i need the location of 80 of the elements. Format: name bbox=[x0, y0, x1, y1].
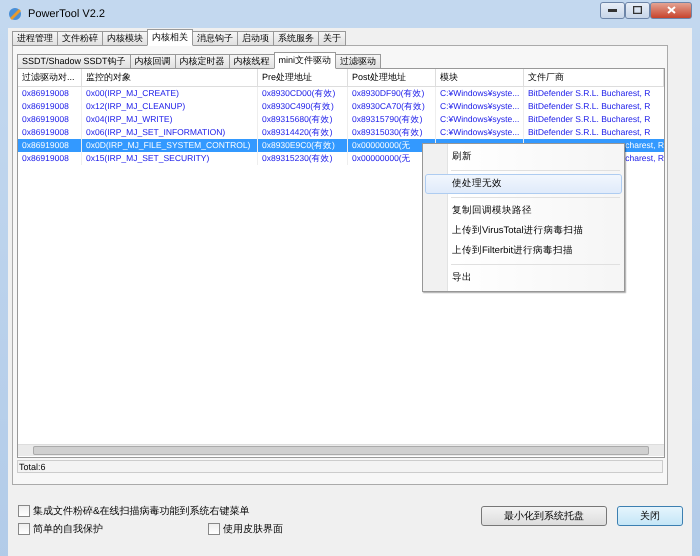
window-title: PowerTool V2.2 bbox=[28, 8, 106, 20]
checkbox[interactable] bbox=[208, 523, 220, 535]
table-cell: C:¥Windows¥syste... bbox=[440, 113, 520, 126]
table-cell: 0x86919008 bbox=[22, 139, 69, 152]
table-cell: 0x86919008 bbox=[22, 152, 69, 165]
table-cell: 0x8930CD00(有效) bbox=[262, 87, 336, 100]
table-cell: 0x06(IRP_MJ_SET_INFORMATION) bbox=[86, 126, 226, 139]
table-cell: 0x86919008 bbox=[22, 100, 69, 113]
table-cell: charest, R bbox=[625, 152, 664, 165]
tab[interactable]: 内核回调 bbox=[130, 54, 176, 69]
table-cell: 0x04(IRP_MJ_WRITE) bbox=[86, 113, 172, 126]
tab[interactable]: 内核定时器 bbox=[174, 54, 230, 69]
tab[interactable]: 消息钩子 bbox=[192, 31, 238, 46]
column-header[interactable]: Pre处理地址 bbox=[258, 69, 348, 86]
table-cell: 0x86919008 bbox=[22, 87, 69, 100]
table-cell: BitDefender S.R.L. Bucharest, R bbox=[528, 126, 650, 139]
table-cell: C:¥Windows¥syste... bbox=[440, 87, 520, 100]
dialog-button[interactable]: 最小化到系统托盘 bbox=[481, 506, 607, 526]
tab[interactable]: 内核相关 bbox=[147, 29, 193, 46]
tab[interactable]: 内核线程 bbox=[228, 54, 275, 69]
menu-item[interactable]: 导出 bbox=[425, 268, 622, 288]
column-header[interactable]: Post处理地址 bbox=[348, 69, 436, 86]
tab[interactable]: 文件粉碎 bbox=[57, 31, 103, 46]
tab[interactable]: mini文件驱动 bbox=[274, 52, 336, 69]
tab[interactable]: 进程管理 bbox=[12, 31, 58, 46]
status-bar: Total:6 bbox=[17, 460, 663, 473]
column-header[interactable]: 文件厂商 bbox=[524, 69, 664, 86]
close-icon bbox=[666, 6, 676, 14]
table-cell: 0x15(IRP_MJ_SET_SECURITY) bbox=[86, 152, 210, 165]
tab[interactable]: 启动项 bbox=[237, 31, 274, 46]
table-cell: 0x0D(IRP_MJ_FILE_SYSTEM_CONTROL) bbox=[86, 139, 250, 152]
horizontal-scrollbar[interactable] bbox=[18, 444, 664, 456]
close-button[interactable] bbox=[650, 2, 692, 18]
table-cell: 0x89315680(有效) bbox=[262, 113, 332, 126]
table-cell: 0x86919008 bbox=[22, 126, 69, 139]
table-cell: 0x00000000(无 bbox=[352, 152, 411, 165]
table-row[interactable]: 0x86919008 0x12(IRP_MJ_CLEANUP) 0x8930C490(有效) 0x8930CA70(有效) C:¥Windows¥syste... BitDefender S.R.L. Bucharest, R bbox=[18, 100, 664, 113]
checkbox[interactable] bbox=[18, 505, 30, 517]
column-header[interactable]: 监控的对象 bbox=[82, 69, 258, 86]
checkbox[interactable] bbox=[18, 523, 30, 535]
table-cell: BitDefender S.R.L. Bucharest, R bbox=[528, 100, 650, 113]
table-cell: 0x00(IRP_MJ_CREATE) bbox=[86, 87, 179, 100]
minimize-icon bbox=[608, 8, 617, 12]
menu-item[interactable]: 上传到VirusTotal进行病毒扫描 bbox=[425, 221, 622, 241]
table-cell: 0x12(IRP_MJ_CLEANUP) bbox=[86, 100, 186, 113]
table-cell: charest, R bbox=[625, 139, 664, 152]
table-cell: 0x8930C490(有效) bbox=[262, 100, 334, 113]
menu-item[interactable]: 使处理无效 bbox=[425, 174, 622, 194]
table-cell: 0x86919008 bbox=[22, 113, 69, 126]
table-cell: 0x89315030(有效) bbox=[352, 126, 422, 139]
maximize-icon bbox=[633, 6, 642, 14]
checkbox-label: 集成文件粉碎&在线扫描病毒功能到系统右键菜单 bbox=[33, 504, 250, 518]
table-cell: 0x00000000(无 bbox=[352, 139, 411, 152]
table-row[interactable]: 0x86919008 0x00(IRP_MJ_CREATE) 0x8930CD00(有效) 0x8930DF90(有效) C:¥Windows¥syste... BitDefender S.R.L. Bucharest, R bbox=[18, 87, 664, 100]
table-cell: BitDefender S.R.L. Bucharest, R bbox=[528, 87, 650, 100]
menu-item[interactable]: 复制回调模块路径 bbox=[425, 201, 622, 221]
table-cell: C:¥Windows¥syste... bbox=[440, 100, 520, 113]
table-cell: 0x8930E9C0(有效) bbox=[262, 139, 335, 152]
table-cell: C:¥Windows¥syste... bbox=[440, 126, 520, 139]
table-cell: 0x8930DF90(有效) bbox=[352, 87, 424, 100]
tab[interactable]: 关于 bbox=[318, 31, 346, 46]
menu-item[interactable]: 上传到Filterbit进行病毒扫描 bbox=[425, 241, 622, 261]
column-header[interactable]: 过滤驱动对... bbox=[18, 69, 82, 86]
maximize-button[interactable] bbox=[625, 2, 650, 18]
checkbox-label: 使用皮肤界面 bbox=[223, 522, 283, 536]
tab[interactable]: 过滤驱动 bbox=[335, 54, 382, 69]
table-cell: 0x89314420(有效) bbox=[262, 126, 332, 139]
table-cell: 0x89315230(有效) bbox=[262, 152, 332, 165]
column-header[interactable]: 模块 bbox=[436, 69, 524, 86]
table-row[interactable]: 0x86919008 0x04(IRP_MJ_WRITE) 0x89315680(有效) 0x89315790(有效) C:¥Windows¥syste... BitDefender S.R.L. Bucharest, R bbox=[18, 113, 664, 126]
checkbox-label: 简单的自我保护 bbox=[33, 522, 103, 536]
table-cell: 0x89315790(有效) bbox=[352, 113, 422, 126]
table-cell: 0x8930CA70(有效) bbox=[352, 100, 425, 113]
minimize-button[interactable] bbox=[600, 2, 625, 18]
app-icon bbox=[7, 6, 23, 22]
tab[interactable]: 内核模块 bbox=[102, 31, 148, 46]
tab[interactable]: 系统服务 bbox=[273, 31, 319, 46]
tab[interactable]: SSDT/Shadow SSDT钩子 bbox=[17, 54, 131, 69]
dialog-button[interactable]: 关闭 bbox=[617, 506, 683, 526]
table-cell: BitDefender S.R.L. Bucharest, R bbox=[528, 113, 650, 126]
